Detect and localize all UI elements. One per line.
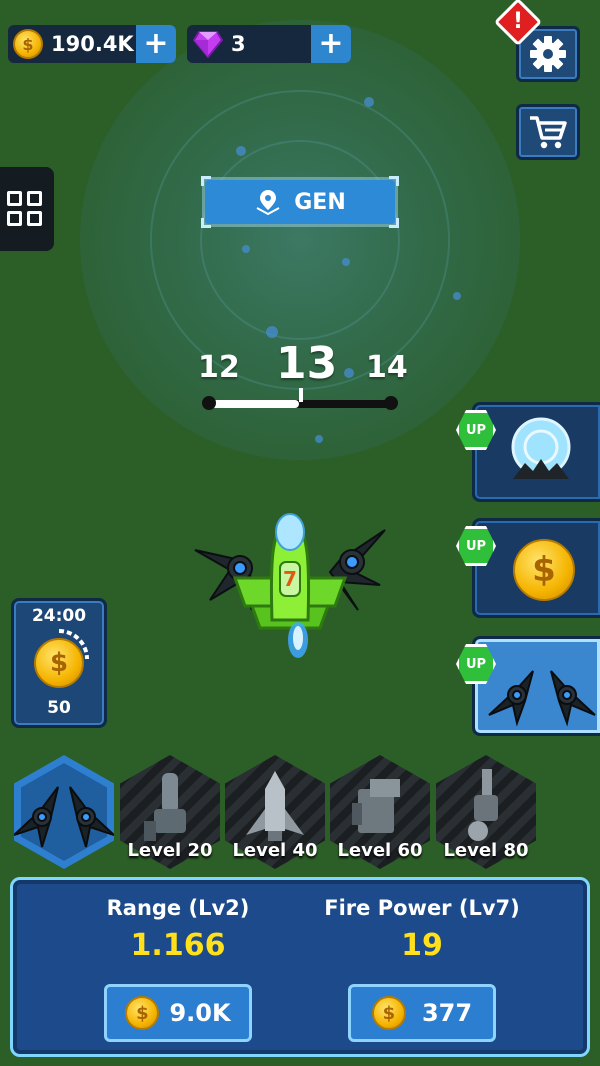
gear-icon bbox=[530, 36, 566, 72]
level-track-end bbox=[384, 396, 398, 410]
timer-ring-icon bbox=[58, 629, 89, 660]
coin-counter: $ 190.4K + bbox=[8, 25, 176, 63]
add-coins-button[interactable]: + bbox=[136, 25, 176, 63]
location-button[interactable]: GEN bbox=[205, 180, 395, 224]
wing-slot-selected[interactable] bbox=[14, 755, 114, 869]
level-current: 13 bbox=[276, 338, 338, 389]
radar-ring bbox=[200, 140, 400, 340]
coin-icon: $ bbox=[513, 539, 575, 601]
radar-blip bbox=[453, 292, 461, 300]
map-pin-icon bbox=[256, 190, 280, 216]
blaster-icon bbox=[468, 769, 498, 841]
cannon-icon bbox=[144, 773, 186, 841]
location-label: GEN bbox=[294, 189, 346, 215]
shield-ship-icon bbox=[511, 417, 571, 479]
gem-icon bbox=[193, 31, 223, 58]
reward-amount: 50 bbox=[47, 698, 71, 718]
fire-power-value: 19 bbox=[401, 928, 443, 963]
alert-mark: ! bbox=[512, 9, 524, 34]
radar-blip bbox=[315, 435, 323, 443]
wing-drones-icon bbox=[488, 670, 596, 727]
wing-drone-icon bbox=[14, 786, 114, 848]
fire-power-label: Fire Power (Lv7) bbox=[324, 896, 520, 920]
svg-text:7: 7 bbox=[283, 567, 297, 591]
coin-icon: $ bbox=[125, 996, 160, 1030]
fire-power-cost: 377 bbox=[421, 999, 473, 1027]
missile-icon bbox=[246, 771, 304, 841]
range-cost: 9.0K bbox=[169, 999, 231, 1027]
level-prev: 12 bbox=[198, 350, 240, 385]
grid-icon bbox=[7, 191, 22, 206]
upgrade-fire-power-button[interactable]: $ 377 bbox=[348, 984, 496, 1042]
level-progress-fill bbox=[205, 400, 299, 408]
coin-amount: 190.4K bbox=[51, 32, 134, 56]
wing-slot-label: Level 40 bbox=[232, 840, 318, 861]
radar-blip bbox=[342, 258, 350, 266]
gem-amount: 3 bbox=[231, 32, 246, 56]
upgrade-card-drones[interactable] bbox=[472, 636, 600, 736]
upgrade-range-button[interactable]: $ 9.0K bbox=[104, 984, 252, 1042]
level-next: 14 bbox=[366, 350, 408, 385]
add-gems-button[interactable]: + bbox=[311, 25, 351, 63]
cart-icon bbox=[530, 116, 567, 149]
upgrade-card-coin[interactable]: $ bbox=[472, 518, 600, 618]
gem-counter: 3 + bbox=[187, 25, 351, 63]
radar-blip bbox=[266, 326, 278, 338]
wing-slot-label: Level 20 bbox=[127, 840, 213, 861]
shop-button[interactable] bbox=[516, 104, 580, 160]
coin-icon: $ bbox=[13, 29, 43, 59]
turret-icon bbox=[352, 779, 400, 833]
radar-blip bbox=[236, 146, 246, 156]
range-label: Range (Lv2) bbox=[106, 896, 250, 920]
upgrade-card-shield[interactable] bbox=[472, 402, 600, 502]
range-value: 1.166 bbox=[130, 928, 226, 963]
level-marker bbox=[299, 388, 303, 402]
wing-slot-label: Level 60 bbox=[337, 840, 423, 861]
radar-blip bbox=[344, 368, 354, 378]
coin-icon: $ bbox=[371, 996, 406, 1030]
wing-slot-label: Level 80 bbox=[443, 840, 529, 861]
reward-timer: 24:00 bbox=[31, 606, 87, 626]
radar-blip bbox=[242, 245, 250, 253]
menu-grid-button[interactable] bbox=[0, 167, 54, 251]
radar-blip bbox=[364, 97, 374, 107]
level-track-start bbox=[202, 396, 216, 410]
player-ship-icon: 7 bbox=[194, 513, 386, 658]
